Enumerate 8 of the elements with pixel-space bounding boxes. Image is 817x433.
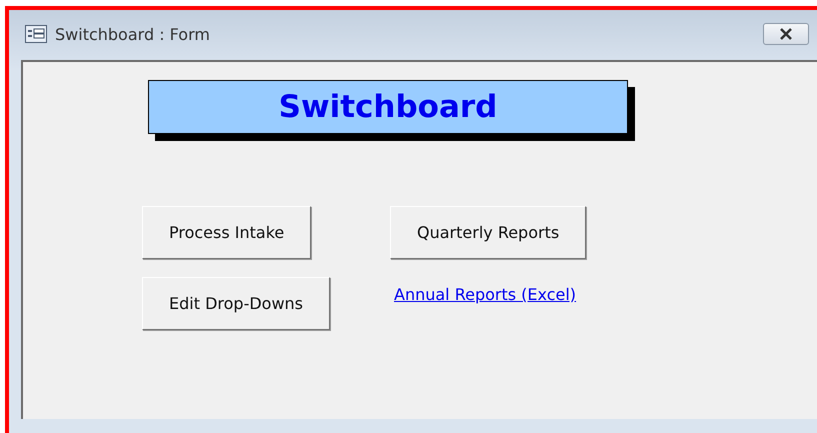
close-button[interactable] [763,23,809,45]
close-icon [778,28,794,40]
switchboard-button[interactable]: Edit Drop-Downs [142,277,330,330]
report-link[interactable]: Annual Reports (Excel) [394,285,576,304]
switchboard-button[interactable]: Process Intake [142,206,312,259]
switchboard-button[interactable]: Quarterly Reports [390,206,586,259]
form-icon [25,25,47,43]
window-title: Switchboard : Form [55,24,211,44]
